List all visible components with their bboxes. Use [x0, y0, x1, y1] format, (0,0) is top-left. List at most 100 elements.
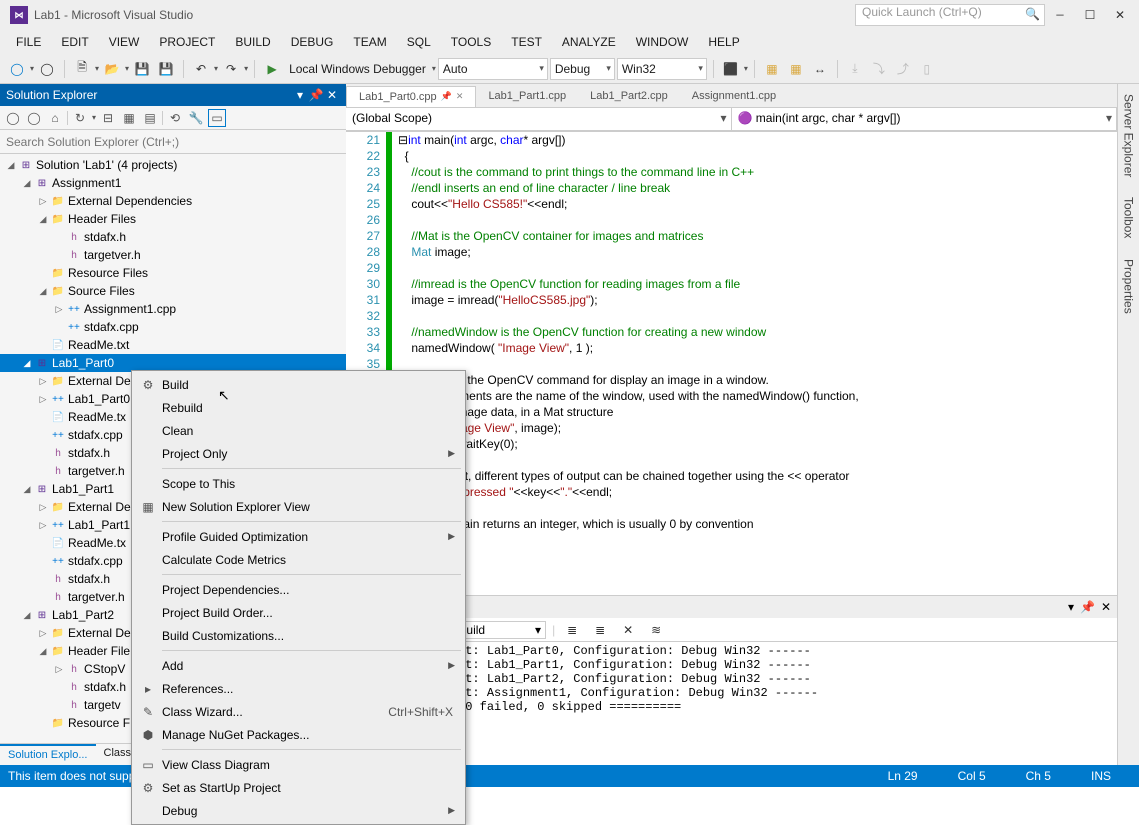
close-button[interactable]: ✕: [1105, 5, 1135, 25]
new-project-icon[interactable]: 🗎: [71, 58, 93, 80]
menu-file[interactable]: FILE: [6, 32, 51, 52]
tree-item[interactable]: 📄ReadMe.txt: [0, 336, 346, 354]
ctx-references-[interactable]: ▸References...: [134, 677, 463, 700]
fwd-icon[interactable]: ◯: [25, 109, 43, 127]
tb-icon-8[interactable]: ▯: [916, 58, 938, 80]
menu-sql[interactable]: SQL: [397, 32, 441, 52]
refresh-icon[interactable]: ↻: [71, 109, 89, 127]
ctx-manage-nuget-packages-[interactable]: ⬢Manage NuGet Packages...: [134, 723, 463, 746]
tree-item[interactable]: ◢⊞Assignment1: [0, 174, 346, 192]
menu-debug[interactable]: DEBUG: [281, 32, 344, 52]
menu-help[interactable]: HELP: [698, 32, 749, 52]
ctx-new-solution-explorer-view[interactable]: ▦New Solution Explorer View: [134, 495, 463, 518]
editor-nav[interactable]: (Global Scope) 🟣 main(int argc, char * a…: [346, 108, 1117, 132]
rail-toolbox[interactable]: Toolbox: [1122, 197, 1136, 238]
editor-tab[interactable]: Lab1_Part2.cpp: [578, 86, 680, 106]
tree-item[interactable]: ▷++Assignment1.cpp: [0, 300, 346, 318]
menu-edit[interactable]: EDIT: [51, 32, 98, 52]
nav-back-icon[interactable]: ◯: [6, 58, 28, 80]
editor-tab[interactable]: Lab1_Part1.cpp: [476, 86, 578, 106]
debugger-label[interactable]: Local Windows Debugger: [285, 62, 430, 76]
ctx-profile-guided-optimization[interactable]: Profile Guided Optimization▶: [134, 525, 463, 548]
goto-icon[interactable]: ≣: [561, 619, 583, 641]
close-icon[interactable]: ✕: [1101, 600, 1111, 614]
context-menu[interactable]: ⚙BuildRebuildCleanProject Only▶ Scope to …: [131, 370, 466, 825]
rail-server-explorer[interactable]: Server Explorer: [1122, 94, 1136, 177]
tree-item[interactable]: htargetver.h: [0, 246, 346, 264]
rail-properties[interactable]: Properties: [1122, 259, 1136, 314]
menu-project[interactable]: PROJECT: [149, 32, 225, 52]
ctx-calculate-code-metrics[interactable]: Calculate Code Metrics: [134, 548, 463, 571]
menu-window[interactable]: WINDOW: [626, 32, 699, 52]
show-all-icon[interactable]: ▦: [120, 109, 138, 127]
solution-explorer-header[interactable]: Solution Explorer ▾ 📌 ✕: [0, 84, 346, 106]
step-into-icon[interactable]: ⤓: [844, 58, 866, 80]
menu-tools[interactable]: TOOLS: [441, 32, 501, 52]
redo-icon[interactable]: ↷: [220, 58, 242, 80]
tb-icon-4[interactable]: ↔: [809, 58, 831, 80]
scope-combo[interactable]: (Global Scope): [346, 107, 732, 131]
panel-menu-icon[interactable]: ▾: [292, 88, 308, 102]
output-from-combo[interactable]: Build: [453, 621, 546, 639]
function-combo[interactable]: 🟣 main(int argc, char * argv[]): [731, 107, 1118, 131]
ctx-project-build-order-[interactable]: Project Build Order...: [134, 601, 463, 624]
config-combo[interactable]: Debug: [550, 58, 615, 80]
editor-tab[interactable]: Lab1_Part0.cpp 📌 ✕: [346, 86, 476, 107]
solution-search-input[interactable]: [0, 130, 346, 154]
tree-item[interactable]: ◢📁Header Files: [0, 210, 346, 228]
pin-icon[interactable]: 📌: [1074, 600, 1101, 614]
tree-icon[interactable]: ▤: [141, 109, 159, 127]
home-icon[interactable]: ⌂: [46, 109, 64, 127]
ctx-build[interactable]: ⚙Build: [134, 373, 463, 396]
tree-item[interactable]: ◢📁Source Files: [0, 282, 346, 300]
menu-view[interactable]: VIEW: [99, 32, 150, 52]
ctx-build-customizations-[interactable]: Build Customizations...: [134, 624, 463, 647]
save-all-icon[interactable]: 💾: [155, 58, 177, 80]
menu-test[interactable]: TEST: [501, 32, 552, 52]
start-debug-icon[interactable]: ▶: [261, 58, 283, 80]
clear-icon[interactable]: ✕: [617, 619, 639, 641]
tb-icon-2[interactable]: ▦: [761, 58, 783, 80]
quick-launch-input[interactable]: Quick Launch (Ctrl+Q)🔍: [855, 4, 1045, 26]
ctx-set-as-startup-project[interactable]: ⚙Set as StartUp Project: [134, 776, 463, 799]
solution-root[interactable]: ◢⊞Solution 'Lab1' (4 projects): [0, 156, 346, 174]
tree-item[interactable]: ▷📁External Dependencies: [0, 192, 346, 210]
tb-icon-3[interactable]: ▦: [785, 58, 807, 80]
platform-combo[interactable]: Auto: [438, 58, 548, 80]
back-icon[interactable]: ◯: [4, 109, 22, 127]
ctx-project-dependencies-[interactable]: Project Dependencies...: [134, 578, 463, 601]
preview-icon[interactable]: ▭: [208, 109, 226, 127]
minimize-button[interactable]: —: [1045, 5, 1075, 25]
ctx-project-only[interactable]: Project Only▶: [134, 442, 463, 465]
ctx-rebuild[interactable]: Rebuild: [134, 396, 463, 419]
prev-icon[interactable]: ≣: [589, 619, 611, 641]
ctx-scope-to-this[interactable]: Scope to This: [134, 472, 463, 495]
tree-item[interactable]: hstdafx.h: [0, 228, 346, 246]
editor-tabs[interactable]: Lab1_Part0.cpp 📌 ✕Lab1_Part1.cppLab1_Par…: [346, 84, 1117, 108]
tab-solution-explorer[interactable]: Solution Explo...: [0, 744, 96, 765]
menu-analyze[interactable]: ANALYZE: [552, 32, 626, 52]
editor-tab[interactable]: Assignment1.cpp: [680, 86, 788, 106]
wrap-icon[interactable]: ≋: [645, 619, 667, 641]
menu-build[interactable]: BUILD: [225, 32, 280, 52]
properties-icon[interactable]: 🔧: [187, 109, 205, 127]
tree-item[interactable]: ++stdafx.cpp: [0, 318, 346, 336]
open-icon[interactable]: 📂: [101, 58, 123, 80]
undo-icon[interactable]: ↶: [190, 58, 212, 80]
save-icon[interactable]: 💾: [131, 58, 153, 80]
step-over-icon[interactable]: ⤵: [868, 58, 890, 80]
ctx-clean[interactable]: Clean: [134, 419, 463, 442]
ctx-debug[interactable]: Debug▶: [134, 799, 463, 822]
arch-combo[interactable]: Win32: [617, 58, 707, 80]
tb-icon-1[interactable]: ⬛: [720, 58, 742, 80]
ctx-class-wizard-[interactable]: ✎Class Wizard...Ctrl+Shift+X: [134, 700, 463, 723]
maximize-button[interactable]: ☐: [1075, 5, 1105, 25]
tree-item[interactable]: 📁Resource Files: [0, 264, 346, 282]
menu-team[interactable]: TEAM: [343, 32, 396, 52]
sync-icon[interactable]: ⟲: [166, 109, 184, 127]
panel-close-icon[interactable]: ✕: [324, 88, 340, 102]
nav-fwd-icon[interactable]: ◯: [36, 58, 58, 80]
step-out-icon[interactable]: ⤴: [892, 58, 914, 80]
pin-icon[interactable]: 📌: [308, 88, 324, 102]
ctx-add[interactable]: Add▶: [134, 654, 463, 677]
